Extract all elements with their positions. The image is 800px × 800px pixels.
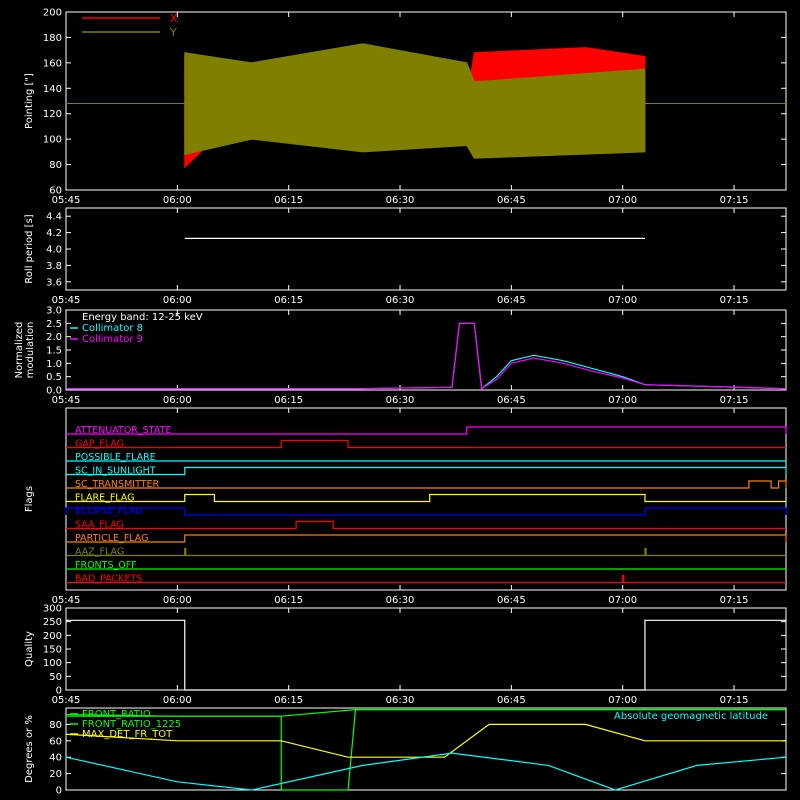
x-tick-label: 06:30 <box>386 295 415 306</box>
x-tick-label: 06:30 <box>386 695 415 706</box>
x-tick-label: 05:45 <box>52 295 81 306</box>
legend-label: Y <box>169 26 177 39</box>
y-tick-label: 60 <box>49 736 62 747</box>
y-tick-label: 200 <box>43 8 62 19</box>
y-tick-label: 60 <box>49 186 62 197</box>
x-tick-label: 07:00 <box>608 695 637 706</box>
y-tick-label: 3.6 <box>46 277 62 288</box>
y-axis-label: Roll period [s] <box>24 214 35 283</box>
x-tick-label: 06:45 <box>497 695 526 706</box>
y-tick-label: 0.5 <box>46 372 62 383</box>
y-axis-label: Pointing ["] <box>24 73 35 129</box>
x-tick-label: 07:15 <box>720 195 749 206</box>
legend-label: Collimator 8 <box>82 323 143 334</box>
x-tick-label: 06:00 <box>163 695 192 706</box>
y-tick-label: 250 <box>43 617 62 628</box>
y-tick-label: 4.0 <box>46 245 62 256</box>
x-tick-label: 06:45 <box>497 395 526 406</box>
y-tick-label: 20 <box>49 769 62 780</box>
y-tick-label: 300 <box>43 604 62 615</box>
y-tick-label: 0 <box>56 686 62 697</box>
x-tick-label: 06:15 <box>274 295 303 306</box>
x-tick-label: 06:00 <box>163 395 192 406</box>
y-tick-label: 100 <box>43 135 62 146</box>
y-tick-label: 1.5 <box>46 346 62 357</box>
y-tick-label: 140 <box>43 84 62 95</box>
y-tick-label: 100 <box>43 658 62 669</box>
x-tick-label: 06:45 <box>497 595 526 606</box>
y-tick-label: 150 <box>43 645 62 656</box>
x-tick-label: 06:15 <box>274 695 303 706</box>
y-tick-label: 0 <box>56 786 62 797</box>
x-tick-label: 07:00 <box>608 395 637 406</box>
x-tick-label: 06:45 <box>497 295 526 306</box>
x-tick-label: 07:00 <box>608 295 637 306</box>
x-tick-label: 07:00 <box>608 195 637 206</box>
y-tick-label: 4.2 <box>46 228 62 239</box>
y-axis-label: Flags <box>24 486 35 512</box>
x-tick-label: 07:00 <box>608 595 637 606</box>
chart-figure: 05:45 06:00 06:15 06:30 06:45 07:00 07:15 60 80 1… <box>0 0 800 800</box>
x-tick-label: 05:45 <box>52 695 81 706</box>
x-tick-label: 06:15 <box>274 395 303 406</box>
legend-label: X <box>170 12 178 25</box>
y-tick-label: 80 <box>49 720 62 731</box>
x-tick-label: 06:45 <box>497 195 526 206</box>
y-tick-label: 120 <box>43 109 62 120</box>
y-tick-label: 4.4 <box>46 212 62 223</box>
y-tick-label: 2.0 <box>46 332 62 343</box>
y-tick-label: 160 <box>43 58 62 69</box>
x-tick-label: 07:15 <box>720 695 749 706</box>
y-tick-label: 80 <box>49 160 62 171</box>
legend-label: MAX_DET_FR_TOT <box>82 729 173 740</box>
y-tick-label: 0.0 <box>46 386 62 397</box>
x-tick-label: 05:45 <box>52 195 81 206</box>
y-axis-label: Normalized <box>14 322 25 379</box>
legend-label: Collimator 9 <box>82 334 143 345</box>
y-axis-label: modulation <box>25 322 36 379</box>
x-tick-label: 07:15 <box>720 295 749 306</box>
y-axis-label: Quality <box>24 631 35 667</box>
x-tick-label: 06:30 <box>386 595 415 606</box>
x-tick-label: 07:15 <box>720 595 749 606</box>
y-tick-label: 50 <box>49 672 62 683</box>
x-tick-label: 06:00 <box>163 295 192 306</box>
x-tick-label: 06:15 <box>274 195 303 206</box>
y-tick-label: 180 <box>43 33 62 44</box>
y-tick-label: 2.5 <box>46 319 62 330</box>
y-tick-label: 40 <box>49 753 62 764</box>
y-axis-label: Degrees or % <box>24 715 35 783</box>
y-tick-label: 1.0 <box>46 359 62 370</box>
y-tick-label: 3.8 <box>46 261 62 272</box>
x-tick-label: 06:00 <box>163 595 192 606</box>
x-tick-label: 06:30 <box>386 395 415 406</box>
y-tick-label: 3.0 <box>46 306 62 317</box>
legend-title: Energy band: 12-25 keV <box>82 312 203 323</box>
legend-label: Absolute geomagnetic latitude <box>614 711 768 722</box>
x-tick-label: 06:15 <box>274 595 303 606</box>
x-tick-label: 06:00 <box>163 195 192 206</box>
x-tick-label: 06:30 <box>386 195 415 206</box>
y-tick-label: 200 <box>43 631 62 642</box>
x-tick-label: 07:15 <box>720 395 749 406</box>
x-tick-label: 05:45 <box>52 395 81 406</box>
